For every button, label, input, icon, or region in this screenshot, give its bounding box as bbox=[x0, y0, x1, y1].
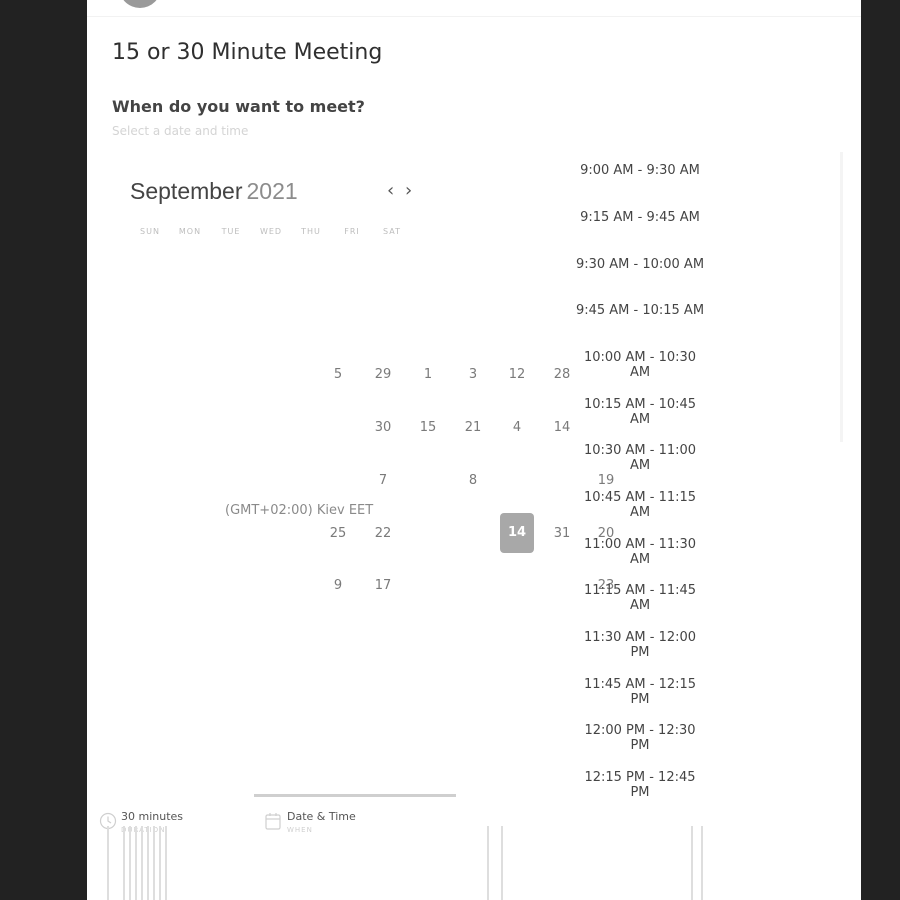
question-hint: Select a date and time bbox=[112, 124, 249, 138]
time-slot[interactable]: 9:00 AM - 9:30 AM bbox=[575, 163, 705, 178]
calendar-day[interactable]: 14 bbox=[545, 408, 579, 448]
active-step-indicator bbox=[254, 794, 456, 797]
timezone-selector[interactable]: (GMT+02:00) Kiev EET bbox=[225, 503, 374, 518]
calendar-day[interactable]: 5 bbox=[321, 355, 355, 395]
time-slot[interactable]: 11:15 AM - 11:45 AM bbox=[575, 583, 705, 613]
weekday-header: SAT bbox=[383, 227, 401, 236]
time-slot[interactable]: 10:30 AM - 11:00 AM bbox=[575, 443, 705, 473]
calendar-year: 2021 bbox=[246, 178, 298, 204]
time-slot[interactable]: 9:15 AM - 9:45 AM bbox=[575, 210, 705, 225]
time-slot[interactable]: 9:30 AM - 10:00 AM bbox=[575, 257, 705, 272]
calendar-day[interactable]: 25 bbox=[321, 514, 355, 554]
calendar-day[interactable]: 9 bbox=[321, 566, 355, 606]
time-slot-scrollbar[interactable] bbox=[840, 152, 843, 442]
step-datetime-sub: WHEN bbox=[287, 826, 313, 834]
calendar-day[interactable]: 7 bbox=[366, 461, 400, 501]
calendar-day[interactable]: 29 bbox=[366, 355, 400, 395]
time-slot[interactable]: 11:30 AM - 12:00 PM bbox=[575, 630, 705, 660]
calendar-day[interactable]: 8 bbox=[456, 461, 490, 501]
calendar-icon bbox=[265, 813, 281, 830]
header-bar bbox=[87, 0, 861, 17]
step-duration-label: 30 minutes bbox=[121, 810, 184, 823]
time-slot[interactable]: 12:15 PM - 12:45 PM bbox=[575, 770, 705, 800]
time-slot[interactable]: 12:00 PM - 12:30 PM bbox=[575, 723, 705, 753]
time-slot[interactable]: 10:00 AM - 10:30 AM bbox=[575, 350, 705, 380]
calendar-day[interactable]: 12 bbox=[500, 355, 534, 395]
booking-panel: 15 or 30 Minute Meeting When do you want… bbox=[87, 0, 861, 900]
calendar-day[interactable]: 1 bbox=[411, 355, 445, 395]
calendar-month: September bbox=[130, 178, 243, 204]
weekday-header: THU bbox=[301, 227, 321, 236]
avatar bbox=[119, 0, 161, 8]
weekday-header: MON bbox=[178, 227, 202, 236]
time-slot[interactable]: 9:45 AM - 10:15 AM bbox=[575, 303, 705, 318]
calendar-day[interactable]: 28 bbox=[545, 355, 579, 395]
calendar-day[interactable]: 22 bbox=[366, 514, 400, 554]
chevron-left-icon[interactable]: ‹ bbox=[387, 180, 394, 201]
calendar-day[interactable]: 3 bbox=[456, 355, 490, 395]
chevron-right-icon[interactable]: › bbox=[405, 180, 412, 201]
question-heading: When do you want to meet? bbox=[112, 97, 365, 116]
weekday-header: FRI bbox=[344, 227, 360, 236]
calendar-day[interactable]: 17 bbox=[366, 566, 400, 606]
calendar-day[interactable]: 21 bbox=[456, 408, 490, 448]
calendar-day[interactable]: 30 bbox=[366, 408, 400, 448]
time-slot[interactable]: 10:45 AM - 11:15 AM bbox=[575, 490, 705, 520]
calendar-day[interactable]: 4 bbox=[500, 408, 534, 448]
time-slot[interactable]: 11:45 AM - 12:15 PM bbox=[575, 677, 705, 707]
meeting-title: 15 or 30 Minute Meeting bbox=[112, 40, 383, 65]
calendar-month-title: September 2021 bbox=[130, 178, 298, 205]
time-slot[interactable]: 11:00 AM - 11:30 AM bbox=[575, 537, 705, 567]
calendar-day[interactable]: 15 bbox=[411, 408, 445, 448]
weekday-header: TUE bbox=[221, 227, 241, 236]
time-slot[interactable]: 10:15 AM - 10:45 AM bbox=[575, 397, 705, 427]
calendar-day-selected[interactable]: 14 bbox=[500, 513, 534, 553]
weekday-header: WED bbox=[259, 227, 283, 236]
calendar-day[interactable]: 31 bbox=[545, 514, 579, 554]
step-datetime-label: Date & Time bbox=[287, 810, 356, 823]
weekday-header: SUN bbox=[140, 227, 160, 236]
